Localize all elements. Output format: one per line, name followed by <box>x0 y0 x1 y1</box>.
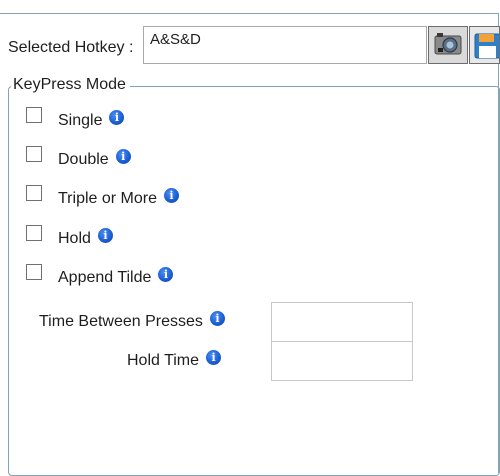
floppy-save-icon <box>470 27 499 63</box>
option-double[interactable]: Double i <box>26 146 131 171</box>
info-icon[interactable]: i <box>206 349 222 365</box>
hold-label: Hold <box>58 230 91 247</box>
hold-checkbox[interactable] <box>26 225 42 241</box>
info-icon[interactable]: i <box>158 266 174 282</box>
option-single[interactable]: Single i <box>26 107 125 132</box>
single-label: Single <box>58 112 103 129</box>
option-append-tilde[interactable]: Append Tilde i <box>26 264 174 289</box>
time-between-presses-label-row: Time Between Presses i <box>39 310 225 331</box>
camera-record-icon <box>429 27 467 63</box>
option-hold[interactable]: Hold i <box>26 225 113 250</box>
single-checkbox[interactable] <box>26 107 42 123</box>
selected-hotkey-label: Selected Hotkey : <box>8 39 134 56</box>
option-triple-or-more[interactable]: Triple or More i <box>26 185 179 210</box>
hold-time-label-row: Hold Time i <box>127 349 222 370</box>
save-hotkey-button[interactable] <box>469 26 500 64</box>
hold-time-label: Hold Time <box>127 352 200 369</box>
append-tilde-checkbox[interactable] <box>26 264 42 280</box>
keypress-mode-legend: KeyPress Mode <box>11 76 130 94</box>
double-label: Double <box>58 151 109 168</box>
append-tilde-label: Append Tilde <box>58 269 152 286</box>
triple-or-more-checkbox[interactable] <box>26 185 42 201</box>
time-between-presses-label: Time Between Presses <box>39 313 203 330</box>
info-icon[interactable]: i <box>163 187 179 203</box>
info-icon[interactable]: i <box>109 109 125 125</box>
info-icon[interactable]: i <box>209 310 225 326</box>
info-icon[interactable]: i <box>97 227 113 243</box>
triple-or-more-label: Triple or More <box>58 190 157 207</box>
hold-time-input[interactable] <box>271 341 413 381</box>
info-icon[interactable]: i <box>115 148 131 164</box>
time-between-presses-input[interactable] <box>271 302 413 342</box>
record-hotkey-button[interactable] <box>428 26 468 64</box>
selected-hotkey-field[interactable]: A&S&D <box>143 26 427 64</box>
double-checkbox[interactable] <box>26 146 42 162</box>
